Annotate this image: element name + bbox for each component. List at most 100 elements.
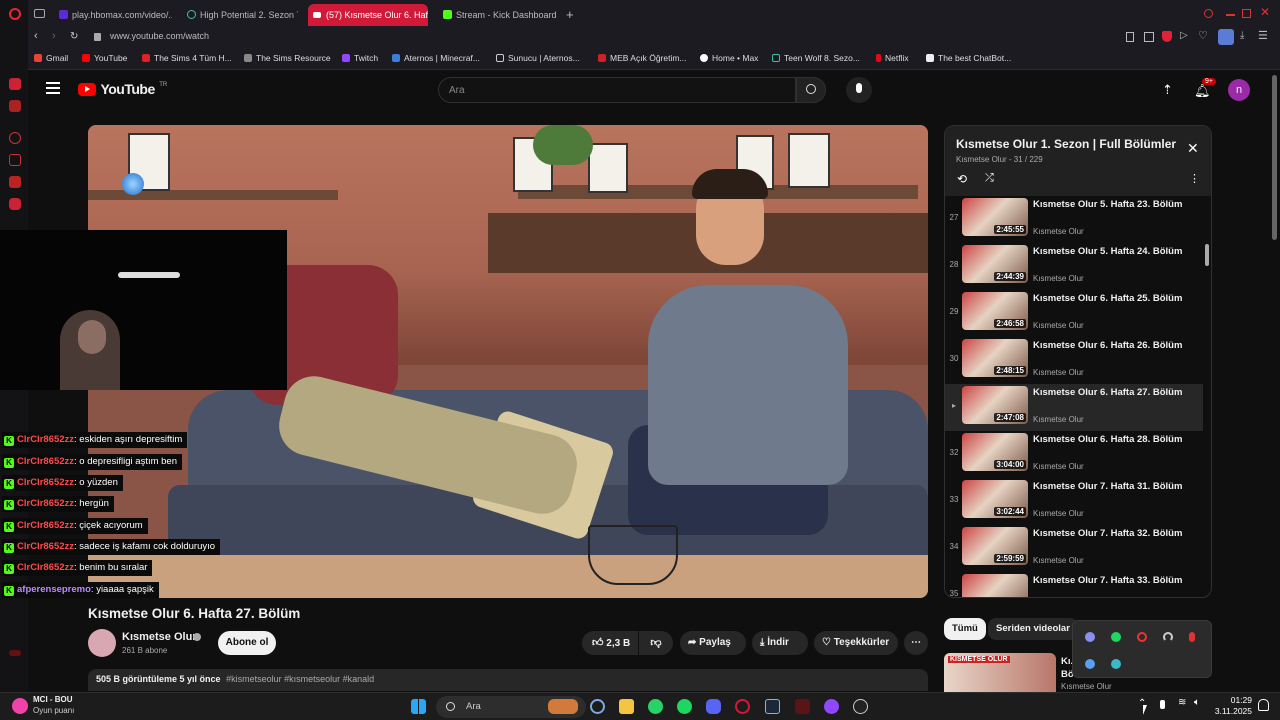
url-field[interactable]: www.youtube.com/watch bbox=[110, 31, 209, 41]
wifi-icon[interactable]: ≋ bbox=[1178, 697, 1186, 708]
subscribe-button[interactable]: Abone ol bbox=[218, 631, 276, 655]
bookmark-aternos-server[interactable]: Sunucu | Aternos... bbox=[496, 53, 580, 63]
playlist-item[interactable]: 29 2:46:58 Kısmetse Olur 6. Hafta 25. Bö… bbox=[945, 290, 1203, 337]
bookmark-sims-resource[interactable]: The Sims Resource bbox=[244, 53, 331, 63]
taskbar-search[interactable]: Ara bbox=[436, 696, 586, 718]
download-icon[interactable]: ⤓ bbox=[1240, 30, 1244, 41]
search-tabs-icon[interactable] bbox=[1204, 9, 1213, 18]
channel-avatar[interactable] bbox=[88, 629, 116, 657]
new-tab-button[interactable]: + bbox=[566, 7, 574, 22]
discord-taskbar-icon[interactable] bbox=[706, 699, 721, 714]
close-window-button[interactable]: ✕ bbox=[1260, 5, 1270, 19]
game-taskbar-icon[interactable] bbox=[795, 699, 810, 714]
profile-icon[interactable] bbox=[1218, 29, 1234, 45]
settings-taskbar-icon[interactable] bbox=[590, 699, 605, 714]
share-button[interactable]: ➦ Paylaş bbox=[680, 631, 746, 655]
spotify-tray-icon[interactable] bbox=[1111, 632, 1121, 642]
chrome-tray-icon[interactable] bbox=[1137, 632, 1147, 642]
play-icon[interactable]: ▷ bbox=[1180, 30, 1188, 41]
playlist-item[interactable]: 32 3:04:00 Kısmetse Olur 6. Hafta 28. Bö… bbox=[945, 431, 1203, 478]
thanks-button[interactable]: ♡ Teşekkürler bbox=[814, 631, 898, 655]
forward-icon[interactable]: › bbox=[52, 30, 56, 42]
more-actions-button[interactable]: ⋯ bbox=[904, 631, 928, 655]
tab-high-potential[interactable]: High Potential 2. Sezon 7... bbox=[182, 4, 298, 26]
bookmark-meb[interactable]: MEB Açık Öğretim... bbox=[598, 53, 687, 63]
playlist-item[interactable]: 27 2:45:55 Kısmetse Olur 5. Hafta 23. Bö… bbox=[945, 196, 1203, 243]
back-icon[interactable]: ‹ bbox=[34, 30, 38, 42]
bookmark-max[interactable]: Home • Max bbox=[700, 53, 758, 63]
shuffle-icon[interactable]: ⤮ bbox=[985, 172, 994, 185]
obs-taskbar-icon[interactable] bbox=[853, 699, 868, 714]
chip-all[interactable]: Tümü bbox=[944, 618, 986, 640]
playlist-item[interactable]: 33 3:02:44 Kısmetse Olur 7. Hafta 31. Bö… bbox=[945, 478, 1203, 525]
notifications-button[interactable]: 🔔︎ 9+ bbox=[1194, 78, 1216, 100]
recommended-thumbnail[interactable]: KISMETSE OLUR bbox=[944, 653, 1056, 692]
voice-search-button[interactable] bbox=[846, 77, 872, 103]
discord-icon[interactable] bbox=[9, 198, 21, 210]
description-box[interactable]: 505 B görüntüleme 5 yıl önce #kismetseol… bbox=[88, 669, 928, 691]
headset-tray-icon[interactable] bbox=[1163, 632, 1173, 642]
hamburger-menu-icon[interactable] bbox=[46, 82, 60, 94]
opera-taskbar-icon[interactable] bbox=[735, 699, 750, 714]
like-button[interactable]: 👍︎ 2,3 B bbox=[582, 631, 638, 655]
dislike-button[interactable]: 👎︎ bbox=[639, 631, 673, 655]
playlist-menu-icon[interactable]: ⋮ bbox=[1189, 172, 1200, 185]
playlist-item[interactable]: 28 2:44:39 Kısmetse Olur 5. Hafta 24. Bö… bbox=[945, 243, 1203, 290]
channel-name[interactable]: Kısmetse Olur bbox=[122, 631, 197, 643]
messenger-icon[interactable] bbox=[9, 78, 21, 90]
whatsapp-icon[interactable] bbox=[9, 100, 21, 112]
mic-status-icon[interactable] bbox=[1160, 700, 1165, 709]
widget-title[interactable]: MCI - BOU bbox=[33, 695, 73, 704]
bookmark-sims4[interactable]: The Sims 4 Tüm H... bbox=[142, 53, 232, 63]
check-tray-icon[interactable] bbox=[1085, 659, 1095, 669]
chip-series-videos[interactable]: Seriden videolar bbox=[988, 618, 1078, 640]
playlist-item[interactable]: 34 2:59:59 Kısmetse Olur 7. Hafta 32. Bö… bbox=[945, 525, 1203, 572]
bookmark-youtube[interactable]: YouTube bbox=[82, 53, 127, 63]
tab-kick-dashboard[interactable]: Stream - Kick Dashboard bbox=[438, 4, 566, 26]
download-button[interactable]: ⤓ İndir bbox=[752, 631, 808, 655]
account-avatar[interactable]: n bbox=[1228, 79, 1250, 101]
twitch-taskbar-icon[interactable] bbox=[824, 699, 839, 714]
tab-overview-icon[interactable] bbox=[34, 9, 45, 18]
playlist-scrollbar[interactable] bbox=[1205, 244, 1209, 266]
weather-widget-icon[interactable] bbox=[12, 698, 28, 714]
volume-icon[interactable]: 🔈︎ bbox=[1194, 697, 1200, 708]
bookmark-gmail[interactable]: Gmail bbox=[34, 53, 68, 63]
whatsapp-taskbar-icon[interactable] bbox=[648, 699, 663, 714]
loop-icon[interactable]: ⟲ bbox=[957, 172, 967, 186]
bookmark-aternos-mc[interactable]: Aternos | Minecraf... bbox=[392, 53, 480, 63]
history-icon[interactable] bbox=[9, 132, 21, 144]
notifications-taskbar-icon[interactable] bbox=[1258, 699, 1269, 711]
playlist-item-current[interactable]: ▸ 2:47:08 Kısmetse Olur 6. Hafta 27. Böl… bbox=[945, 384, 1203, 431]
microphone-tray-icon[interactable] bbox=[1189, 632, 1195, 642]
tab-youtube-kismetse[interactable]: (57) Kısmetse Olur 6. Haf... bbox=[308, 4, 428, 26]
bookmark-teen-wolf[interactable]: Teen Wolf 8. Sezo... bbox=[772, 53, 860, 63]
more-sidebar-icon[interactable] bbox=[9, 650, 21, 656]
opera-logo-icon[interactable] bbox=[9, 8, 21, 20]
menu-icon[interactable]: ☰ bbox=[1258, 29, 1268, 42]
reload-icon[interactable]: ↻ bbox=[70, 31, 78, 42]
bookmark-netflix[interactable]: Netflix bbox=[876, 53, 909, 63]
youtube-logo[interactable]: YouTube TR bbox=[78, 81, 167, 99]
bookmark-twitch[interactable]: Twitch bbox=[342, 53, 378, 63]
playlist-item[interactable]: 35 Kısmetse Olur 7. Hafta 33. Bölüm bbox=[945, 572, 1203, 597]
playlist-title[interactable]: Kısmetse Olur 1. Sezon | Full Bölümler bbox=[956, 137, 1176, 151]
page-scrollbar[interactable] bbox=[1272, 75, 1277, 240]
clock[interactable]: 01:29 3.11.2025 bbox=[1215, 695, 1252, 717]
discord-tray-icon[interactable] bbox=[1085, 632, 1095, 642]
vpn-shield-icon[interactable] bbox=[1162, 31, 1172, 42]
app-tray-icon[interactable] bbox=[1111, 659, 1121, 669]
bookmark-chatbot[interactable]: The best ChatBot... bbox=[926, 53, 1011, 63]
maximize-button[interactable] bbox=[1242, 9, 1251, 18]
instagram-icon[interactable] bbox=[9, 154, 21, 166]
search-input[interactable]: Ara bbox=[438, 77, 796, 103]
windows-start-icon[interactable] bbox=[411, 699, 426, 714]
minimize-button[interactable] bbox=[1226, 14, 1235, 16]
steam-taskbar-icon[interactable] bbox=[765, 699, 780, 714]
playlist-item[interactable]: 30 2:48:15 Kısmetse Olur 6. Hafta 26. Bö… bbox=[945, 337, 1203, 384]
close-icon[interactable]: ✕ bbox=[1187, 140, 1199, 157]
search-button[interactable] bbox=[796, 77, 826, 103]
file-explorer-icon[interactable] bbox=[619, 699, 634, 714]
hashtags[interactable]: #kismetseolur #kısmetseolur #kanald bbox=[226, 674, 374, 684]
tab-hbomax[interactable]: play.hbomax.com/video/... bbox=[54, 4, 172, 26]
